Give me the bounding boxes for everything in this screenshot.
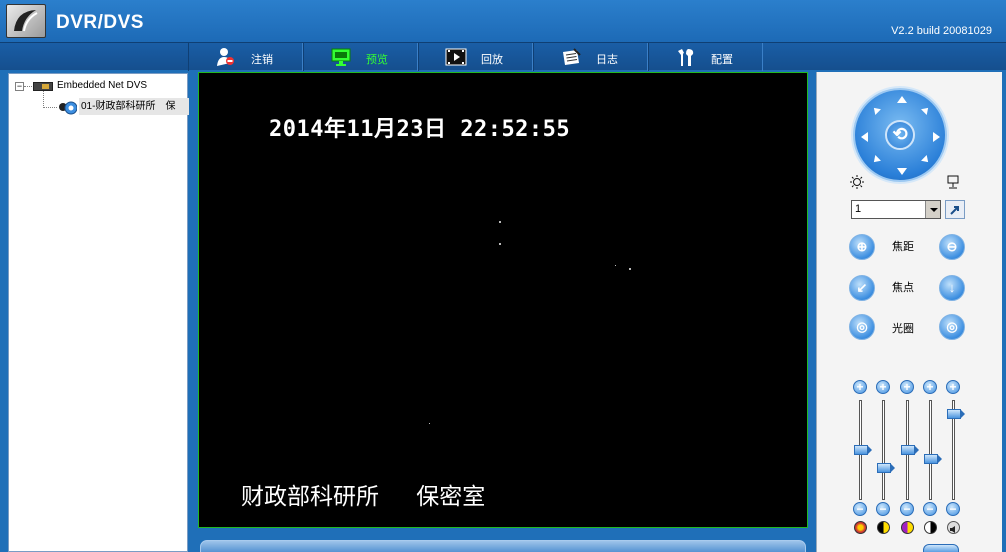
film-playback-icon	[445, 47, 467, 67]
preset-select-value: 1	[855, 203, 862, 215]
preset-select[interactable]: 1	[851, 200, 941, 219]
log-notepad-icon	[560, 47, 582, 67]
iris-label: 光圈	[892, 323, 914, 335]
monitor-preview-icon	[330, 47, 352, 67]
user-logout-icon	[215, 47, 237, 67]
nav-playback[interactable]: 回放	[418, 43, 533, 71]
brightness-plus-button[interactable]: +	[853, 380, 867, 394]
ptz-up-left-icon[interactable]	[871, 105, 881, 115]
video-preview[interactable]: 2014年11月23日 22:52:55 财政部科研所 保密室	[198, 72, 808, 528]
ptz-auto-rotate-icon[interactable]: ⟲	[885, 120, 915, 150]
tree-collapse-toggle[interactable]: −	[15, 82, 24, 91]
contrast-plus-button[interactable]: +	[876, 380, 890, 394]
volume-icon	[947, 521, 960, 534]
nav-log-label: 日志	[596, 54, 618, 66]
nav-logout-label: 注销	[251, 54, 273, 66]
focus-label: 焦点	[892, 282, 914, 294]
device-tree: − Embedded Net DVS 01-财政部科研所 保	[8, 73, 189, 552]
zoom-out-button[interactable]: ⊖	[939, 234, 965, 260]
nav-preview-label: 预览	[366, 54, 388, 66]
hue-minus-button[interactable]: −	[923, 502, 937, 516]
contrast-slider-thumb[interactable]	[877, 463, 895, 473]
chevron-down-icon[interactable]	[925, 201, 940, 218]
nav-strip: 注销 预览 回放 日志 配置	[188, 43, 764, 71]
video-caption: 财政部科研所 保密室	[241, 484, 486, 510]
saturation-plus-button[interactable]: +	[900, 380, 914, 394]
zoom-label: 焦距	[892, 241, 914, 253]
iris-close-button[interactable]: ◎	[939, 314, 965, 340]
volume-plus-button[interactable]: +	[946, 380, 960, 394]
contrast-slider[interactable]	[882, 400, 885, 500]
ptz-right-icon[interactable]	[933, 132, 940, 142]
focus-near-button[interactable]: ↙	[849, 275, 875, 301]
saturation-minus-button[interactable]: −	[900, 502, 914, 516]
video-timestamp: 2014年11月23日 22:52:55	[269, 117, 571, 142]
playback-bar[interactable]	[200, 540, 806, 552]
app-window: DVR/DVS V2.2 build 20081029 注销 预览 回放 日志 …	[0, 0, 1006, 552]
dvs-device-icon	[33, 82, 53, 91]
tree-channel-item[interactable]: 01-财政部科研所 保	[79, 98, 189, 115]
nav-logout[interactable]: 注销	[188, 43, 303, 71]
app-title: DVR/DVS	[56, 12, 144, 33]
nav-config[interactable]: 配置	[648, 43, 763, 71]
brightness-slider-thumb[interactable]	[854, 445, 872, 455]
brightness-icon	[854, 521, 867, 534]
tree-root-label[interactable]: Embedded Net DVS	[57, 80, 147, 91]
volume-minus-button[interactable]: −	[946, 502, 960, 516]
brightness-minus-button[interactable]: −	[853, 502, 867, 516]
app-logo	[6, 4, 46, 38]
nav-config-label: 配置	[711, 54, 733, 66]
panel-back-button[interactable]	[923, 544, 959, 552]
light-bulb-icon[interactable]	[849, 174, 865, 190]
title-bar: DVR/DVS V2.2 build 20081029	[0, 0, 1006, 42]
zoom-in-button[interactable]: ⊕	[849, 234, 875, 260]
ptz-down-icon[interactable]	[897, 168, 907, 175]
focus-far-button[interactable]: ↓	[939, 275, 965, 301]
contrast-minus-button[interactable]: −	[876, 502, 890, 516]
camera-icon	[58, 98, 78, 116]
ptz-direction-pad[interactable]: ⟲	[853, 88, 947, 182]
ptz-down-left-icon[interactable]	[871, 155, 881, 165]
contrast-icon	[877, 521, 890, 534]
preset-goto-button[interactable]	[945, 200, 965, 219]
tools-config-icon	[675, 47, 697, 67]
nav-bar: 注销 预览 回放 日志 配置	[0, 42, 1006, 71]
nav-preview[interactable]: 预览	[303, 43, 418, 71]
nav-log[interactable]: 日志	[533, 43, 648, 71]
ptz-up-icon[interactable]	[897, 96, 907, 103]
ptz-panel: ⟲ 1 ⊕ 焦距 ⊖ ↙ 焦点 ↓ ◎ 光圈 ◎ + + + + + − − −…	[816, 72, 1002, 552]
hue-icon	[924, 521, 937, 534]
iris-open-button[interactable]: ◎	[849, 314, 875, 340]
hue-plus-button[interactable]: +	[923, 380, 937, 394]
hue-slider[interactable]	[929, 400, 932, 500]
volume-slider-thumb[interactable]	[947, 409, 965, 419]
ptz-up-right-icon[interactable]	[921, 105, 931, 115]
saturation-slider-thumb[interactable]	[901, 445, 919, 455]
wiper-icon[interactable]	[945, 174, 961, 190]
version-label: V2.2 build 20081029	[891, 25, 992, 37]
saturation-icon	[901, 521, 914, 534]
hue-slider-thumb[interactable]	[924, 454, 942, 464]
nav-playback-label: 回放	[481, 54, 503, 66]
ptz-down-right-icon[interactable]	[921, 155, 931, 165]
ptz-left-icon[interactable]	[861, 132, 868, 142]
